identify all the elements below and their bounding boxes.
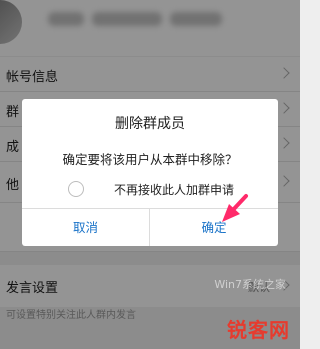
remove-member-dialog: 删除群成员 确定要将该用户从本群中移除？ 不再接收此人加群申请 取消 确定	[22, 99, 278, 246]
dialog-message: 确定要将该用户从本群中移除？	[62, 152, 238, 167]
dialog-title: 删除群成员	[115, 116, 185, 132]
checkbox-circle-icon[interactable]	[68, 181, 84, 197]
dialog-button-row: 取消 确定	[22, 208, 278, 246]
checkbox-label: 不再接收此人加群申请	[114, 183, 235, 197]
block-requests-checkbox[interactable]: 不再接收此人加群申请	[68, 179, 268, 199]
watermark-brand: 锐客网	[227, 318, 290, 342]
cancel-button[interactable]: 取消	[22, 209, 150, 246]
confirm-button[interactable]: 确定	[150, 209, 278, 246]
watermark-secondary: Win7系统之家	[214, 278, 286, 291]
